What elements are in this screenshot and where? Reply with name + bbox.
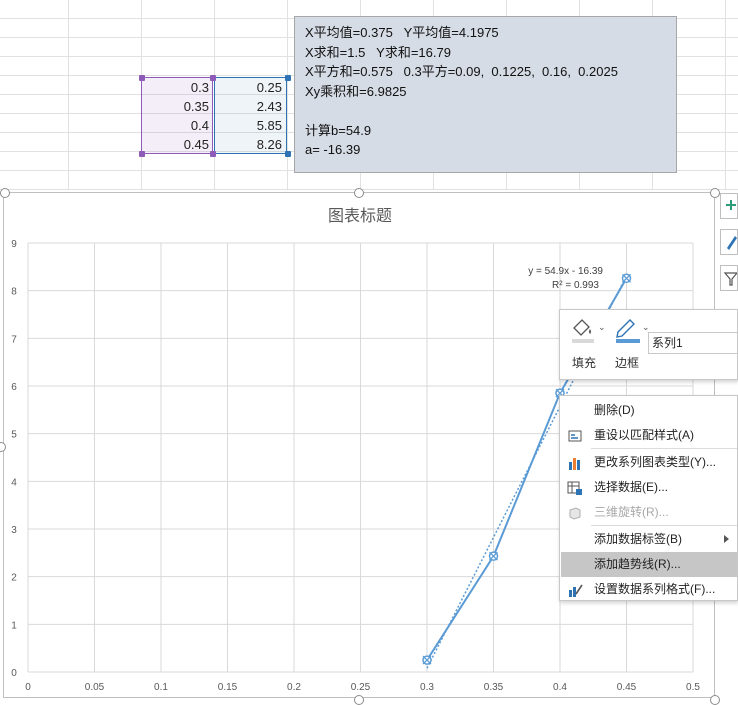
fill-button[interactable]: 填充 — [566, 314, 602, 374]
y-tick-label: 9 — [11, 239, 17, 250]
cell-x[interactable]: 0.3 — [141, 78, 213, 97]
chart-resize-handle[interactable] — [710, 188, 720, 198]
paint-bucket-icon — [572, 319, 594, 343]
cell-y[interactable]: 2.43 — [214, 97, 286, 116]
chart-elements-button[interactable] — [720, 193, 738, 219]
menu-item-label: 添加数据标签(B) — [594, 532, 682, 546]
note-line: X平方和=0.575 0.3平方=0.09, 0.1225, 0.16, 0.2… — [305, 64, 618, 79]
menu-item-label: 添加趋势线(R)... — [594, 557, 681, 571]
menu-item-label: 设置数据系列格式(F)... — [594, 582, 716, 596]
y-tick-label: 2 — [11, 573, 17, 584]
menu-item-label: 更改系列图表类型(Y)... — [594, 455, 716, 469]
trendline-equation[interactable]: y = 54.9x - 16.39 — [528, 266, 603, 277]
x-tick-label: 0.5 — [686, 682, 700, 693]
format-series-icon — [567, 582, 583, 598]
y-tick-label: 0 — [11, 668, 17, 679]
series-selector[interactable]: 系列1 — [648, 332, 738, 354]
cell-x[interactable]: 0.45 — [141, 135, 213, 154]
chart-resize-handle[interactable] — [710, 695, 720, 705]
x-tick-label: 0.05 — [85, 682, 105, 693]
x-tick-label: 0.4 — [553, 682, 567, 693]
data-point-marker — [488, 551, 499, 561]
chart-filters-button[interactable] — [720, 265, 738, 291]
note-line — [305, 101, 666, 121]
menu-separator — [591, 448, 737, 449]
menu-item-format-series[interactable]: 设置数据系列格式(F)... — [561, 577, 737, 602]
filter-icon — [723, 272, 738, 286]
trendline-r2[interactable]: R² = 0.993 — [552, 280, 599, 291]
chart-resize-handle[interactable] — [354, 695, 364, 705]
x-tick-label: 0.3 — [420, 682, 434, 693]
menu-separator — [591, 525, 737, 526]
y-tick-label: 1 — [11, 620, 17, 631]
context-menu: 删除(D) 重设以匹配样式(A) 更改系列图表类型(Y)... 选择数据(E).… — [559, 395, 738, 601]
brush-icon — [727, 236, 737, 250]
y-tick-label: 4 — [11, 477, 17, 488]
y-tick-label: 5 — [11, 430, 17, 441]
x-tick-label: 0.45 — [617, 682, 637, 693]
chart-type-icon — [567, 455, 583, 471]
calculation-textbox[interactable]: X平均值=0.375 Y平均值=4.1975 X求和=1.5 Y求和=16.79… — [294, 16, 677, 173]
border-button[interactable]: 边框 — [610, 314, 646, 374]
note-line: X平均值=0.375 Y平均值=4.1975 — [305, 25, 499, 40]
menu-item-add-data-labels[interactable]: 添加数据标签(B) — [561, 527, 737, 552]
x-tick-label: 0.1 — [154, 682, 168, 693]
note-line: 计算b=54.9 — [305, 122, 372, 138]
menu-item-label: 重设以匹配样式(A) — [594, 428, 694, 442]
data-point-marker — [422, 655, 432, 665]
format-mini-toolbar: 填充 ⌄ 边框 ⌄ 系列1 — [559, 309, 738, 380]
border-label: 边框 — [615, 356, 640, 370]
x-tick-label: 0.2 — [287, 682, 301, 693]
cell-y[interactable]: 0.25 — [214, 78, 286, 97]
menu-item-3d-rotation: 三维旋转(R)... — [561, 500, 737, 525]
menu-item-add-trendline[interactable]: 添加趋势线(R)... — [561, 552, 737, 577]
select-data-icon — [567, 480, 583, 496]
menu-item-reset-style[interactable]: 重设以匹配样式(A) — [561, 423, 737, 448]
y-tick-label: 8 — [11, 287, 17, 298]
menu-item-delete[interactable]: 删除(D) — [561, 398, 737, 423]
y-tick-label: 6 — [11, 382, 17, 393]
chart-resize-handle[interactable] — [354, 188, 364, 198]
note-line: a= -16.39 — [305, 142, 361, 157]
cell-y[interactable]: 5.85 — [214, 116, 286, 135]
note-line: X求和=1.5 Y求和=16.79 — [305, 44, 451, 60]
reset-style-icon — [567, 428, 583, 444]
plus-icon — [726, 200, 736, 210]
fill-dropdown[interactable]: ⌄ — [598, 322, 606, 333]
menu-item-label: 删除(D) — [594, 403, 635, 417]
x-tick-label: 0.15 — [218, 682, 238, 693]
pen-icon — [616, 319, 640, 343]
note-line: Xy乘积和=6.9825 — [305, 83, 407, 99]
x-tick-label: 0.25 — [351, 682, 371, 693]
menu-item-change-chart-type[interactable]: 更改系列图表类型(Y)... — [561, 450, 737, 475]
chart-styles-button[interactable] — [720, 229, 738, 255]
rotate-3d-icon — [567, 505, 583, 521]
cell-y[interactable]: 8.26 — [214, 135, 286, 154]
cell-x[interactable]: 0.4 — [141, 116, 213, 135]
x-tick-label: 0 — [25, 682, 31, 693]
cell-x[interactable]: 0.35 — [141, 97, 213, 116]
chart-resize-handle[interactable] — [0, 188, 10, 198]
submenu-arrow-icon — [724, 535, 729, 543]
fill-label: 填充 — [572, 356, 597, 370]
chart-title[interactable]: 图表标题 — [328, 207, 392, 225]
x-tick-label: 0.35 — [484, 682, 504, 693]
y-tick-label: 7 — [11, 334, 17, 345]
y-tick-label: 3 — [11, 525, 17, 536]
menu-item-select-data[interactable]: 选择数据(E)... — [561, 475, 737, 500]
data-point-marker — [621, 273, 632, 284]
menu-item-label: 三维旋转(R)... — [594, 505, 669, 519]
menu-item-label: 选择数据(E)... — [594, 480, 668, 494]
